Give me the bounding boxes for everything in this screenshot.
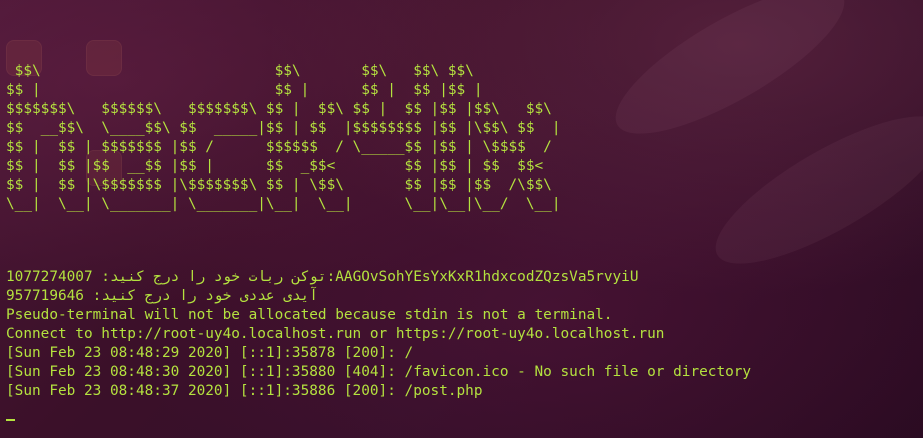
- user-id-line: 957719646 :آیدی عددی خود را درج کنید: [6, 288, 318, 304]
- wallpaper-shape: [697, 90, 923, 290]
- terminal-window[interactable]: $$\ $$\ $$\ $$\ $$\ $$ | $$ | $$ | $$ |$$…: [0, 0, 923, 438]
- log-line: [Sun Feb 23 08:48:29 2020] [::1]:35878 […: [6, 345, 414, 361]
- connect-url-line: Connect to http://root-uy4o.localhost.ru…: [6, 326, 665, 342]
- ssh-warning-line: Pseudo-terminal will not be allocated be…: [6, 307, 613, 323]
- ascii-banner: $$\ $$\ $$\ $$\ $$\ $$ | $$ | $$ | $$ |$$…: [6, 62, 561, 214]
- banner-line: $$ | $$ |$$ __$$ |$$ | $$ _$$< $$ |$$ | …: [6, 158, 544, 174]
- text-cursor: [6, 419, 15, 421]
- banner-line: $$ | $$ |\$$$$$$$ |\$$$$$$$\ $$ | \$$\ $…: [6, 177, 552, 193]
- banner-line: $$$$$$$\ $$$$$$\ $$$$$$$\ $$ | $$\ $$ | …: [6, 101, 552, 117]
- log-line: [Sun Feb 23 08:48:30 2020] [::1]:35880 […: [6, 364, 752, 380]
- banner-line: $$\ $$\ $$\ $$\ $$\: [6, 63, 474, 79]
- log-line: [Sun Feb 23 08:48:37 2020] [::1]:35886 […: [6, 383, 483, 399]
- bot-token-line: 1077274007 :توکن ربات خود را درج کنید:AA…: [6, 269, 639, 285]
- terminal-output: 1077274007 :توکن ربات خود را درج کنید:AA…: [6, 268, 751, 401]
- wallpaper-shape: [597, 0, 863, 160]
- banner-line: $$ __$$\ \____$$\ $$ _____|$$ | $$ |$$$$…: [6, 120, 561, 136]
- banner-line: \__| \__| \_______| \_______|\__| \__| \…: [6, 196, 561, 212]
- banner-line: $$ | $$ | $$ | $$ |$$ |: [6, 82, 483, 98]
- banner-line: $$ | $$ | $$$$$$$ |$$ / $$$$$$ / \_____$…: [6, 139, 552, 155]
